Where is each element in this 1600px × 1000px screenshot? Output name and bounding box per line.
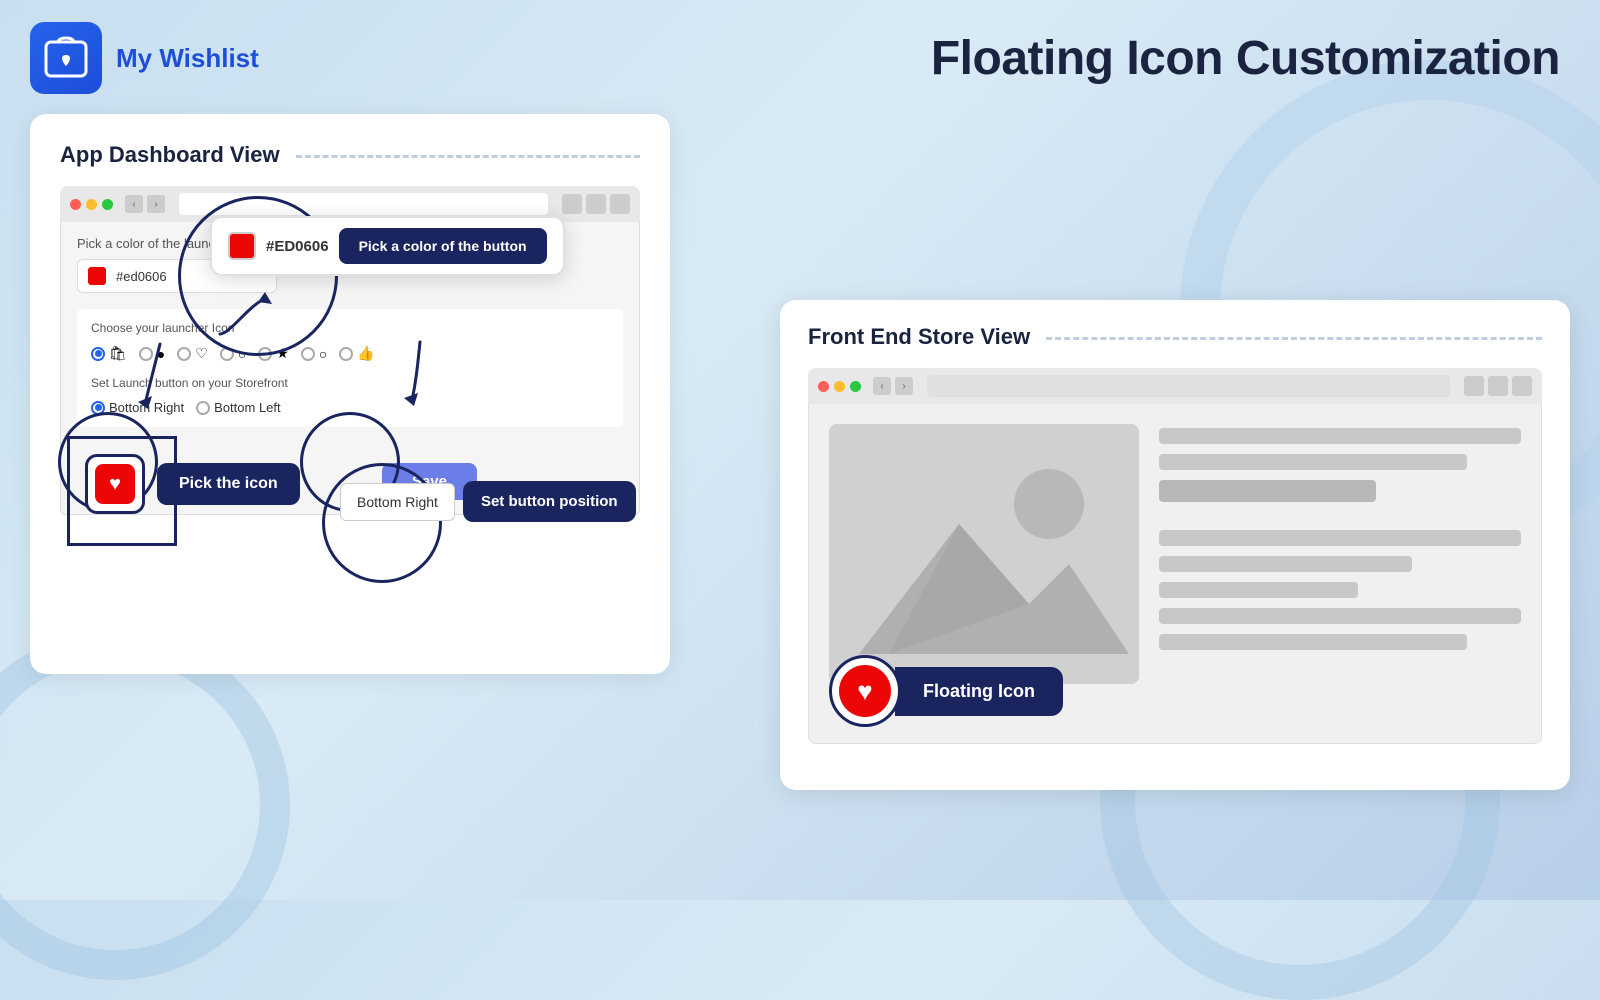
dashboard-title: App Dashboard View — [60, 142, 640, 168]
set-position-callout: Bottom Right Set button position — [340, 481, 636, 522]
radio-bottom-left[interactable]: Bottom Left — [196, 400, 280, 415]
browser-dots — [70, 199, 113, 210]
app-name: My Wishlist — [116, 43, 259, 74]
icon-radios: 🛍 ● ♡ ○ — [91, 345, 609, 362]
position-radio-row: Bottom Right Bottom Left — [91, 400, 609, 415]
pick-icon-row: ♥ Pick the icon — [85, 454, 300, 514]
radio-circle-7 — [339, 347, 353, 361]
set-position-row: Bottom Right Set button position — [340, 481, 636, 522]
icon-preview-heart: ♥ — [109, 473, 121, 496]
bottom-right-label: Bottom Right — [109, 400, 184, 415]
dot-green — [102, 199, 113, 210]
menu-button[interactable] — [610, 194, 630, 214]
forward-button[interactable]: › — [147, 195, 165, 213]
radio-circle-6 — [301, 347, 315, 361]
browser-nav: ‹ › — [125, 195, 165, 213]
position-inline-label: Set Launch button on your Storefront — [91, 376, 609, 390]
logo-area: My Wishlist — [30, 22, 259, 94]
dashed-line — [296, 155, 640, 158]
radio-option-circle2[interactable]: ○ — [220, 346, 246, 362]
position-inline-section: Set Launch button on your Storefront Bot… — [91, 376, 609, 415]
page-title: Floating Icon Customization — [931, 31, 1560, 86]
dashboard-panel: App Dashboard View ‹ › — [30, 114, 670, 674]
radio-circle-2 — [139, 347, 153, 361]
icon-section-label: Choose your launcher Icon — [91, 321, 609, 335]
radio-circle-5 — [258, 347, 272, 361]
main-content: App Dashboard View ‹ › — [0, 104, 1600, 684]
radio-option-thumbs[interactable]: 👍 — [339, 345, 374, 362]
color-swatch-large — [228, 232, 256, 260]
radio-circle-4 — [220, 347, 234, 361]
refresh-button[interactable] — [586, 194, 606, 214]
color-swatch-small — [88, 267, 106, 285]
header: My Wishlist Floating Icon Customization — [0, 0, 1600, 104]
radio-option-circle3[interactable]: ○ — [301, 346, 327, 362]
radio-circle-1 — [91, 347, 105, 361]
color-popup-button[interactable]: Pick a color of the button — [339, 228, 547, 264]
logo-box — [30, 22, 102, 94]
bottom-left-label: Bottom Left — [214, 400, 280, 415]
pick-icon-button[interactable]: Pick the icon — [157, 463, 300, 505]
radio-option-circle[interactable]: ● — [139, 346, 165, 362]
back-button[interactable]: ‹ — [125, 195, 143, 213]
icon-circle2: ○ — [238, 346, 246, 362]
radio-br-circle — [91, 401, 105, 415]
share-button[interactable] — [562, 194, 582, 214]
dot-yellow — [86, 199, 97, 210]
icon-preview-inner: ♥ — [95, 464, 135, 504]
pick-icon-callout: ♥ Pick the icon — [85, 454, 300, 514]
browser-actions — [562, 194, 630, 214]
radio-circle-3 — [177, 347, 191, 361]
icon-preview-box: ♥ — [85, 454, 145, 514]
radio-option-heart[interactable]: 🛍 — [91, 345, 127, 362]
icon-star: ★ — [276, 345, 289, 362]
radio-bottom-right[interactable]: Bottom Right — [91, 400, 184, 415]
radio-bl-circle — [196, 401, 210, 415]
position-input-display[interactable]: Bottom Right — [340, 483, 455, 521]
icon-heart2: ♡ — [195, 345, 208, 362]
color-hex-text: #ed0606 — [116, 269, 167, 284]
radio-option-heart2[interactable]: ♡ — [177, 345, 208, 362]
set-position-button[interactable]: Set button position — [463, 481, 636, 522]
color-hex-large: #ED0606 — [266, 238, 329, 255]
icon-section: Choose your launcher Icon 🛍 ● ♡ — [77, 309, 623, 427]
icon-circle: ● — [157, 346, 165, 362]
logo-icon — [44, 36, 88, 80]
icon-circle3: ○ — [319, 346, 327, 362]
dot-red — [70, 199, 81, 210]
icon-heart: 🛍 — [109, 345, 127, 362]
color-popup: #ED0606 Pick a color of the button — [210, 216, 565, 276]
address-bar[interactable] — [179, 193, 548, 215]
radio-option-star[interactable]: ★ — [258, 345, 289, 362]
icon-thumbsup: 👍 — [357, 345, 374, 362]
